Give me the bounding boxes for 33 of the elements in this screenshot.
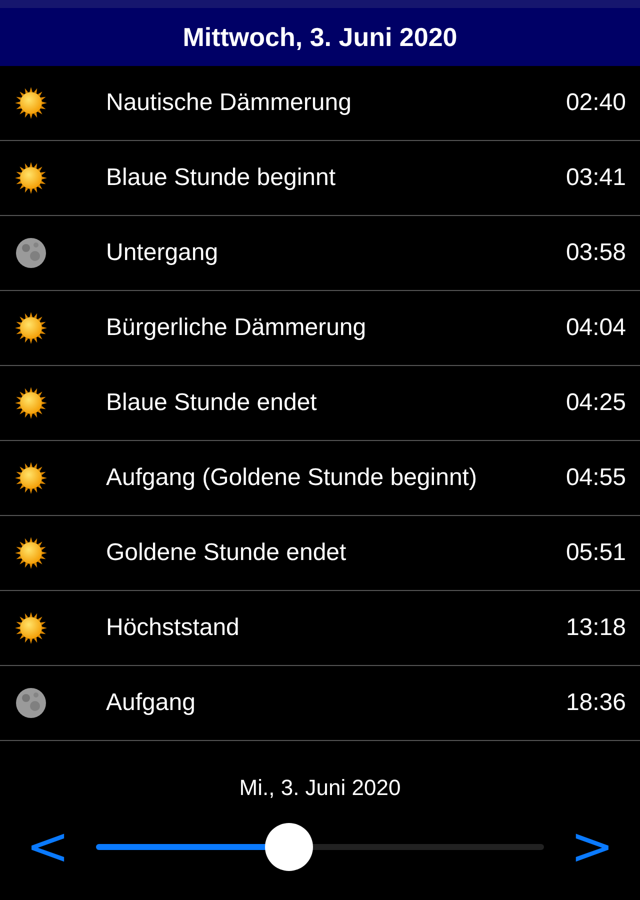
sun-icon xyxy=(14,611,48,645)
event-name: Aufgang xyxy=(106,689,196,717)
event-time: 18:36 xyxy=(566,689,626,717)
event-name: Blaue Stunde beginnt xyxy=(106,164,337,192)
sun-icon xyxy=(14,536,48,570)
sun-icon xyxy=(14,386,48,420)
sun-icon xyxy=(14,86,48,120)
event-time: 04:04 xyxy=(566,314,626,342)
sun-icon xyxy=(14,461,48,495)
sun-icon xyxy=(14,311,48,345)
event-time: 03:41 xyxy=(566,164,626,192)
event-name: Nautische Dämmerung xyxy=(106,89,352,117)
event-name: Goldene Stunde endet xyxy=(106,539,348,567)
event-time: 04:55 xyxy=(566,464,626,492)
event-name: Blaue Stunde endet xyxy=(106,389,318,417)
event-name: Aufgang (Goldene Stunde beginnt) xyxy=(106,464,478,492)
date-label: Mi., 3. Juni 2020 xyxy=(239,775,401,801)
event-time: 13:18 xyxy=(566,614,626,642)
sun-icon xyxy=(14,161,48,195)
event-name: Bürgerliche Dämmerung xyxy=(106,314,368,342)
moon-icon xyxy=(14,686,48,720)
slider-thumb[interactable] xyxy=(264,823,313,871)
event-time: 04:25 xyxy=(566,389,626,417)
date-title: Mittwoch, 3. Juni 2020 xyxy=(182,22,458,52)
event-time: 02:40 xyxy=(566,89,626,117)
event-name: Untergang xyxy=(106,239,220,267)
event-time: 05:51 xyxy=(566,539,626,567)
previous-day-button[interactable]: < xyxy=(0,821,96,873)
event-name: Höchststand xyxy=(106,614,240,642)
next-day-button[interactable]: > xyxy=(544,821,640,873)
date-slider[interactable] xyxy=(96,823,544,871)
event-time: 03:58 xyxy=(566,239,626,267)
moon-icon xyxy=(14,236,48,270)
